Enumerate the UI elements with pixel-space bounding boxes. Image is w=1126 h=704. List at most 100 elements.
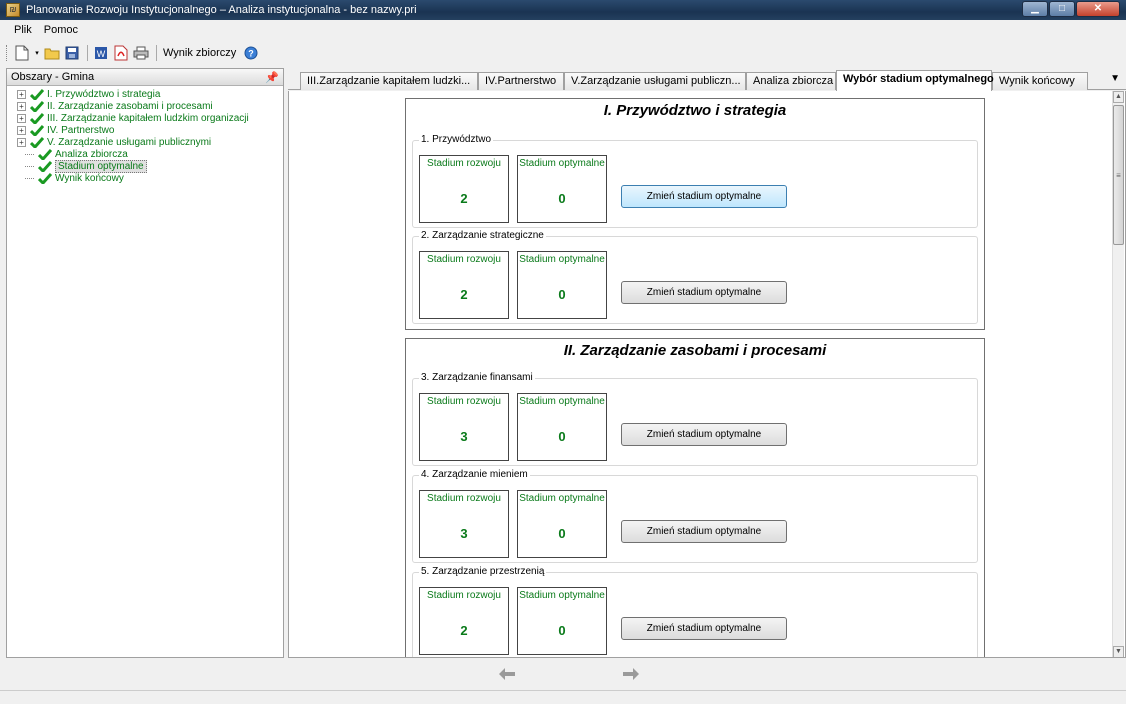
dropdown-arrow-icon[interactable]: ▾ [33,44,41,62]
tree-item[interactable]: + IV. Partnerstwo [7,124,283,136]
close-button[interactable]: ✕ [1076,1,1120,17]
expand-icon[interactable]: + [17,113,26,123]
expand-icon[interactable]: + [17,125,26,135]
save-icon[interactable] [63,44,81,62]
tree-item-label: I. Przywództwo i strategia [47,88,161,100]
criterion-label: 1. Przywództwo [419,134,494,145]
areas-panel-header: Obszary - Gmina 📌 [7,69,283,86]
expand-icon[interactable]: + [17,89,26,99]
new-file-icon[interactable] [13,44,31,62]
change-optimal-stage-button[interactable]: Zmień stadium optymalne [621,281,787,304]
criterion-group: 5. Zarządzanie przestrzenią Stadium rozwo… [412,566,978,657]
svg-text:?: ? [249,49,255,59]
development-stage-value: 2 [460,623,468,638]
window-title: Planowanie Rozwoju Instytucjonalnego – A… [26,4,417,16]
optimal-stage-box: Stadium optymalne 0 [517,393,607,461]
change-optimal-stage-button[interactable]: Zmień stadium optymalne [621,185,787,208]
development-stage-label: Stadium rozwoju [427,254,501,265]
toolbar-separator [87,45,88,61]
tab[interactable]: IV.Partnerstwo [478,72,564,90]
section-title: II. Zarządzanie zasobami i procesami [563,342,827,359]
tree-item[interactable]: Wynik końcowy [7,172,283,184]
tree-item[interactable]: + I. Przywództwo i strategia [7,88,283,100]
expand-icon[interactable]: + [17,137,26,147]
toolbar-separator [156,45,157,61]
status-bar [0,690,1126,704]
development-stage-value: 3 [460,429,468,444]
areas-tree: + I. Przywództwo i strategia + II. Zarządza… [7,86,283,184]
check-icon [38,148,52,160]
summary-button[interactable]: Wynik zbiorczy [163,47,236,59]
change-optimal-stage-button[interactable]: Zmień stadium optymalne [621,617,787,640]
tree-item[interactable]: + II. Zarządzanie zasobami i procesami [7,100,283,112]
check-icon [30,112,44,124]
development-stage-label: Stadium rozwoju [427,396,501,407]
tree-item[interactable]: + V. Zarządzanie usługami publicznymi [7,136,283,148]
areas-panel: Obszary - Gmina 📌 + I. Przywództwo i stra… [6,68,284,658]
tab[interactable]: V.Zarządzanie usługami publiczn... [564,72,746,90]
scroll-up-icon[interactable]: ▲ [1113,91,1124,103]
pdf-export-icon[interactable] [112,44,130,62]
forward-arrow-icon[interactable] [622,667,640,681]
menu-pomoc[interactable]: Pomoc [44,24,78,36]
optimal-stage-box: Stadium optymalne 0 [517,490,607,558]
check-icon [38,160,52,172]
help-icon[interactable]: ? [242,44,260,62]
scroll-thumb[interactable]: ≡ [1113,105,1124,245]
tree-item-label: V. Zarządzanie usługami publicznymi [47,136,212,148]
toolbar-grip [6,45,9,61]
tab[interactable]: Wybór stadium optymalnego [836,70,994,91]
minimize-button[interactable]: ▁ [1022,1,1048,17]
development-stage-value: 2 [460,287,468,302]
title-bar: ₪ Planowanie Rozwoju Instytucjonalnego –… [0,0,1126,20]
menu-plik[interactable]: Plik [14,24,32,36]
tree-item[interactable]: Stadium optymalne [7,159,283,173]
back-arrow-icon[interactable] [498,667,516,681]
development-stage-box: Stadium rozwoju 2 [419,587,509,655]
pin-icon[interactable]: 📌 [265,71,279,84]
criterion-label: 2. Zarządzanie strategiczne [419,230,546,241]
area-section: II. Zarządzanie zasobami i procesami 3. Z… [405,338,985,657]
development-stage-value: 3 [460,526,468,541]
tab[interactable]: Wynik końcowy [992,72,1088,90]
tab-overflow-icon[interactable]: ▼ [1110,73,1120,84]
criterion-label: 5. Zarządzanie przestrzenią [419,566,547,577]
vertical-scrollbar[interactable]: ▲ ≡ ▼ [1112,91,1124,657]
tree-item-label: II. Zarządzanie zasobami i procesami [47,100,213,112]
print-icon[interactable] [132,44,150,62]
tab-strip: ▼ III.Zarządzanie kapitałem ludzki... IV.… [288,68,1126,91]
check-icon [30,136,44,148]
change-optimal-stage-button[interactable]: Zmień stadium optymalne [621,520,787,543]
app-icon: ₪ [6,3,20,17]
word-export-icon[interactable]: W [92,44,110,62]
optimal-stage-label: Stadium optymalne [519,254,605,265]
maximize-button[interactable]: □ [1049,1,1075,17]
tree-item-label: Wynik końcowy [55,172,124,184]
tree-item[interactable]: + III. Zarządzanie kapitałem ludzkim orga… [7,112,283,124]
tree-line [25,153,34,155]
criterion-group: 3. Zarządzanie finansami Stadium rozwoju 3… [412,372,978,466]
section-title: I. Przywództwo i strategia [603,102,787,119]
expand-icon[interactable]: + [17,101,26,111]
areas-panel-title: Obszary - Gmina [11,71,95,83]
tree-item[interactable]: Analiza zbiorcza [7,148,283,160]
check-icon [30,124,44,136]
tab[interactable]: Analiza zbiorcza [746,72,836,90]
optimal-stage-box: Stadium optymalne 0 [517,587,607,655]
main-area: ▼ III.Zarządzanie kapitałem ludzki... IV.… [288,68,1126,658]
check-icon [30,88,44,100]
optimal-stage-label: Stadium optymalne [519,158,605,169]
criterion-group: 1. Przywództwo Stadium rozwoju 2 Stadium op… [412,134,978,228]
optimal-stage-value: 0 [558,623,566,638]
menu-bar: Plik Pomoc [0,20,1126,40]
area-section: I. Przywództwo i strategia 1. Przywództwo… [405,98,985,330]
optimal-stage-box: Stadium optymalne 0 [517,251,607,319]
optimal-stage-value: 0 [558,287,566,302]
change-optimal-stage-button[interactable]: Zmień stadium optymalne [621,423,787,446]
optimal-stage-label: Stadium optymalne [519,396,605,407]
open-folder-icon[interactable] [43,44,61,62]
tab[interactable]: III.Zarządzanie kapitałem ludzki... [300,72,478,90]
development-stage-label: Stadium rozwoju [427,158,501,169]
scroll-down-icon[interactable]: ▼ [1113,646,1124,657]
development-stage-box: Stadium rozwoju 2 [419,155,509,223]
